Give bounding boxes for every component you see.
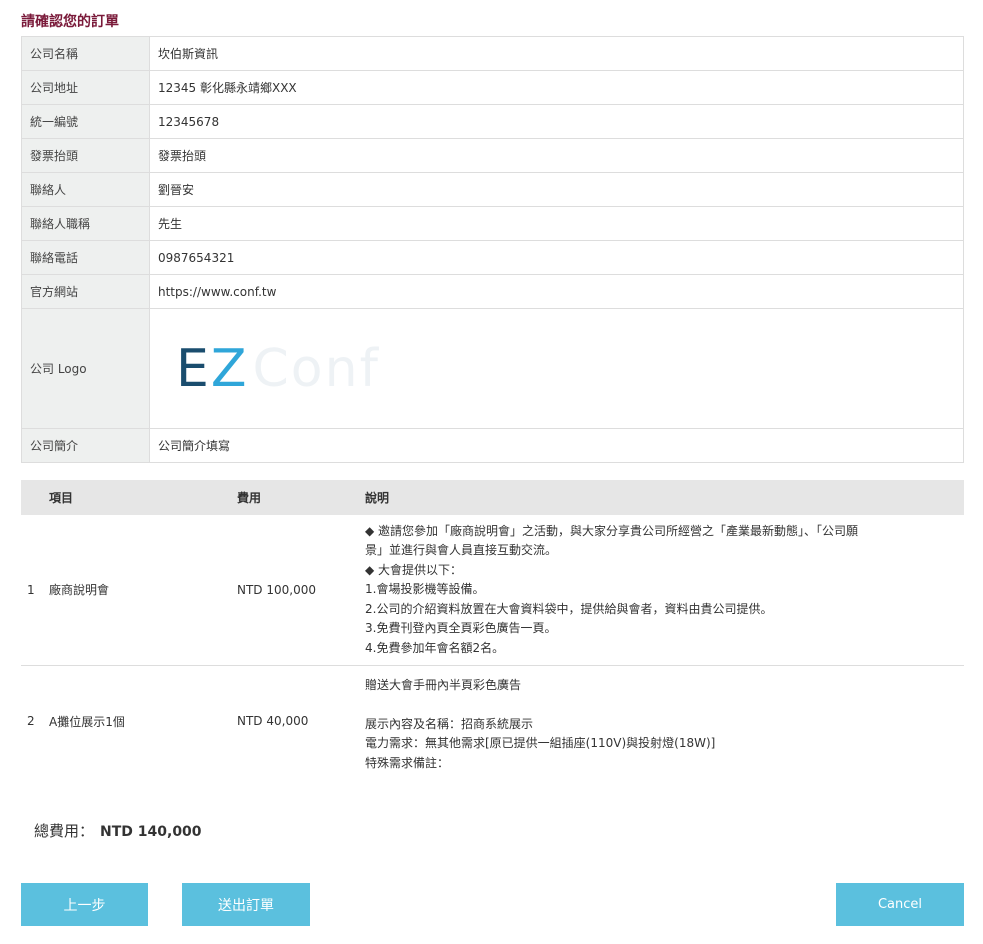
- info-value: https://www.conf.tw: [149, 274, 964, 309]
- info-row-invoice-title: 發票抬頭 發票抬頭: [21, 138, 964, 173]
- info-value: 劉晉安: [149, 172, 964, 207]
- cancel-button[interactable]: Cancel: [836, 883, 964, 926]
- info-label: 聯絡人職稱: [21, 206, 150, 241]
- total-value: NTD 140,000: [100, 824, 202, 840]
- info-row-tax-id: 統一編號 12345678: [21, 104, 964, 139]
- header-fee: 費用: [237, 480, 365, 515]
- items-header-row: 項目 費用 說明: [21, 480, 964, 515]
- table-row: 1 廠商說明會 NTD 100,000 ◆ 邀請您參加「廠商說明會」之活動，與大…: [21, 515, 964, 666]
- info-label: 公司 Logo: [21, 308, 150, 429]
- item-name: 廠商說明會: [49, 515, 237, 666]
- info-row-phone: 聯絡電話 0987654321: [21, 240, 964, 275]
- info-value: 先生: [149, 206, 964, 241]
- info-label: 公司簡介: [21, 428, 150, 463]
- info-label: 發票抬頭: [21, 138, 150, 173]
- info-label: 聯絡人: [21, 172, 150, 207]
- logo-letter-z: Z: [210, 338, 249, 399]
- table-row: 2 A攤位展示1個 NTD 40,000 贈送大會手冊內半頁彩色廣告 展示內容及…: [21, 665, 964, 777]
- total-label: 總費用：: [34, 822, 95, 840]
- desc-line: 電力需求：無其他需求[原已提供一組插座(110V)與投射燈(18W)]: [365, 736, 716, 750]
- desc-line: 展示內容及名稱：招商系統展示: [365, 716, 534, 731]
- previous-step-button[interactable]: 上一步: [21, 883, 148, 926]
- info-value: 公司簡介填寫: [149, 428, 964, 463]
- company-logo: EZConf: [158, 334, 398, 404]
- info-label: 公司名稱: [21, 36, 150, 71]
- info-row-logo: 公司 Logo EZConf: [21, 308, 964, 429]
- item-name: A攤位展示1個: [49, 714, 125, 729]
- desc-line: ◆ 大會提供以下：: [365, 562, 463, 577]
- desc-line: 4.免費參加年會名額2名。: [365, 640, 505, 655]
- desc-line: 2.公司的介紹資料放置在大會資料袋中，提供給與會者，資料由貴公司提供。: [365, 601, 773, 616]
- desc-line: [365, 695, 964, 715]
- info-value: 0987654321: [149, 240, 964, 275]
- info-row-contact: 聯絡人 劉晉安: [21, 172, 964, 207]
- order-total: 總費用： NTD 140,000: [34, 820, 202, 841]
- company-info-table: 公司名稱 坎伯斯資訊 公司地址 12345 彰化縣永靖鄉XXX 統一編號 123…: [21, 36, 964, 463]
- info-label: 公司地址: [21, 70, 150, 105]
- desc-line: 特殊需求備註：: [365, 755, 450, 770]
- item-fee: NTD 100,000: [237, 515, 365, 666]
- header-item: 項目: [49, 480, 237, 515]
- desc-line: 1.會場投影機等設備。: [365, 582, 485, 596]
- header-desc: 說明: [365, 480, 964, 515]
- info-row-company-name: 公司名稱 坎伯斯資訊: [21, 36, 964, 71]
- page-title: 請確認您的訂單: [21, 14, 119, 30]
- info-value: 發票抬頭: [149, 138, 964, 173]
- info-value: 12345 彰化縣永靖鄉XXX: [149, 70, 964, 105]
- item-description: 贈送大會手冊內半頁彩色廣告 展示內容及名稱：招商系統展示 電力需求：無其他需求[…: [365, 665, 964, 777]
- info-value: EZConf: [149, 308, 964, 429]
- logo-mark: EZConf: [176, 343, 380, 395]
- desc-line: 3.免費刊登內頁全頁彩色廣告一頁。: [365, 621, 557, 635]
- info-row-intro: 公司簡介 公司簡介填寫: [21, 428, 964, 463]
- submit-order-button[interactable]: 送出訂單: [182, 883, 310, 926]
- info-label: 聯絡電話: [21, 240, 150, 275]
- item-description: ◆ 邀請您參加「廠商說明會」之活動，與大家分享貴公司所經營之「產業最新動態」、「…: [365, 515, 964, 666]
- desc-line: ◆ 邀請您參加「廠商說明會」之活動，與大家分享貴公司所經營之「產業最新動態」、「…: [365, 523, 859, 538]
- info-value: 坎伯斯資訊: [149, 36, 964, 71]
- info-label: 統一編號: [21, 104, 150, 139]
- item-number: 2: [27, 714, 35, 729]
- desc-line: 贈送大會手冊內半頁彩色廣告: [365, 677, 522, 692]
- item-fee: NTD 40,000: [237, 714, 309, 729]
- info-value: 12345678: [149, 104, 964, 139]
- order-items-table: 項目 費用 說明 1 廠商說明會 NTD 100,000 ◆ 邀請您參加「廠商說…: [21, 480, 964, 777]
- logo-faded-text: Conf: [252, 338, 380, 399]
- logo-letter-e: E: [176, 338, 211, 399]
- info-row-website: 官方網站 https://www.conf.tw: [21, 274, 964, 309]
- item-number: 1: [21, 515, 49, 666]
- info-row-company-address: 公司地址 12345 彰化縣永靖鄉XXX: [21, 70, 964, 105]
- info-row-contact-title: 聯絡人職稱 先生: [21, 206, 964, 241]
- info-label: 官方網站: [21, 274, 150, 309]
- desc-line: 景」並進行與會人員直接互動交流。: [365, 543, 558, 557]
